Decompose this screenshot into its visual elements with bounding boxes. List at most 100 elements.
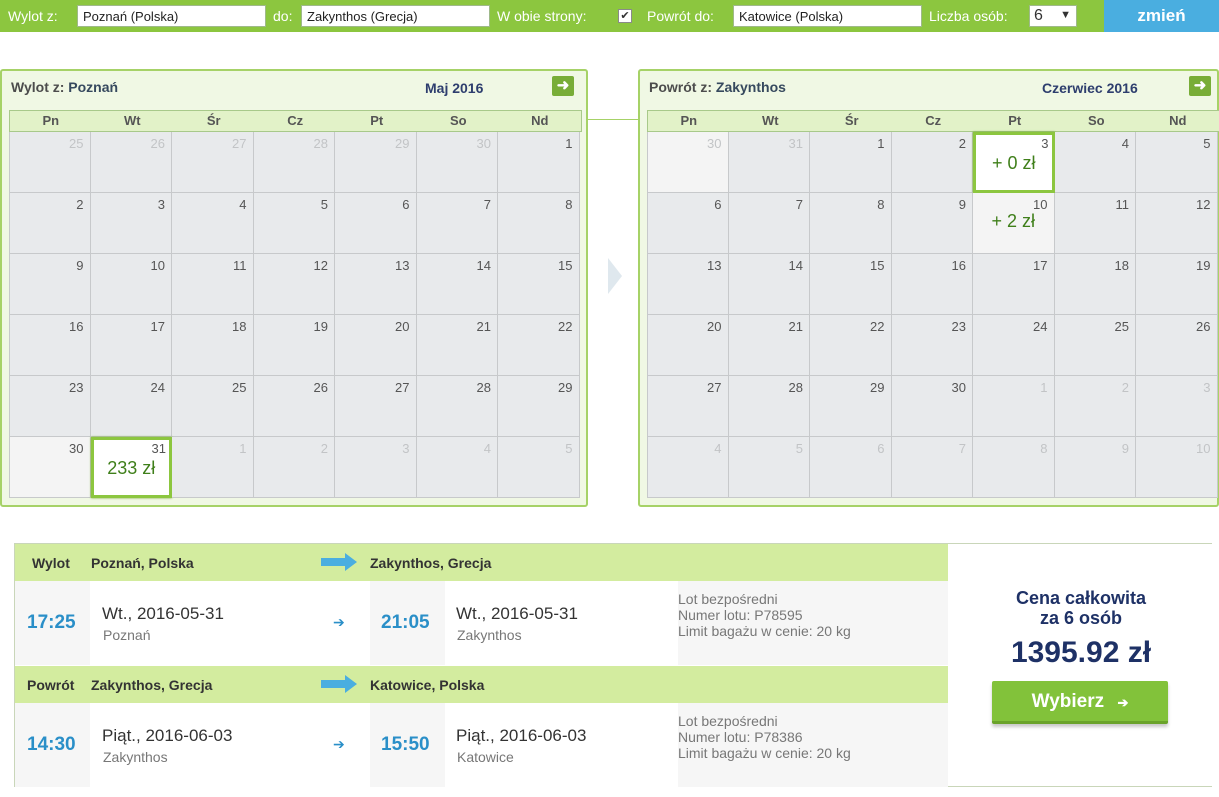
day-number: 25 [232, 380, 247, 395]
persons-select[interactable]: 6 ▼ [1029, 5, 1077, 27]
calendar-week: 2 3 4 5 6 7 8 [9, 193, 582, 254]
day-number: 8 [565, 197, 573, 212]
calendar-week: 20 21 22 23 24 25 26 [647, 315, 1219, 376]
calendar-day: 26 [1136, 315, 1218, 376]
day-number: 1 [565, 136, 573, 151]
calendar-header: Wylot z: Poznań [11, 79, 118, 95]
weekday-header: Pn Wt Śr Cz Pt So Nd [9, 110, 582, 132]
return-label: Powrót do: [647, 8, 714, 24]
calendar-day: 9 [1054, 437, 1136, 498]
departure-date: Wt., 2016-05-31 [102, 604, 224, 623]
next-month-arrow-icon[interactable]: ➜ [552, 76, 574, 96]
weekday-label: Pn [42, 113, 60, 128]
baggage-limit: Limit bagażu w cenie: 20 kg [678, 623, 851, 639]
to-field[interactable]: Zakynthos (Grecja) [301, 5, 490, 27]
chevron-down-icon: ▼ [1060, 9, 1071, 21]
calendar-day: 27 [647, 376, 729, 437]
day-number: 30 [707, 136, 722, 151]
calendar-day: 2 [891, 132, 973, 193]
calendar-day: 7 [416, 193, 498, 254]
calendar-day: 25 [9, 132, 91, 193]
outbound-leg-details: 17:25 Wt., 2016-05-31 Poznań ➔ 21:05 Wt.… [15, 581, 948, 665]
big-arrow-right-icon [321, 675, 357, 693]
calendar-week: 16 17 18 19 20 21 22 [9, 315, 582, 376]
next-month-arrow-icon[interactable]: ➜ [1189, 76, 1211, 96]
day-number: 5 [795, 441, 803, 456]
calendar-day: 1 [810, 132, 892, 193]
persons-label: Liczba osób: [929, 8, 1008, 24]
leg-from: Zakynthos, Grecja [91, 677, 213, 693]
day-number: 5 [320, 197, 328, 212]
day-number: 21 [476, 319, 491, 334]
calendar-day: 9 [891, 193, 973, 254]
weekday-label: Nd [531, 113, 549, 128]
day-price: + 2 zł [991, 211, 1036, 231]
calendar-day: 2 [253, 437, 335, 498]
day-number: 19 [1196, 258, 1211, 273]
day-number: 14 [476, 258, 491, 273]
flight-info: Lot bezpośredni Numer lotu: P78386 Limit… [678, 713, 851, 761]
day-number: 2 [76, 197, 84, 212]
choose-button[interactable]: Wybierz ➔ [992, 681, 1168, 724]
leg-label: Wylot [32, 555, 70, 571]
day-number: 13 [707, 258, 722, 273]
calendar-day: 1 [172, 437, 254, 498]
calendar-day: 6 [335, 193, 417, 254]
calendar-day: 30 [9, 437, 91, 498]
day-number: 3 [157, 197, 165, 212]
day-number: 22 [558, 319, 573, 334]
calendar-day: 15 [810, 254, 892, 315]
weekday-label: Śr [844, 113, 859, 128]
calendar-header-city: Zakynthos [715, 79, 786, 95]
day-number: 7 [795, 197, 803, 212]
day-number: 5 [1203, 136, 1211, 151]
calendar-day: 8 [810, 193, 892, 254]
calendar-day: 14 [728, 254, 810, 315]
weekday-label: Cz [925, 113, 942, 128]
day-number: 6 [877, 441, 885, 456]
day-number: 5 [565, 441, 573, 456]
calendar-day: 16 [891, 254, 973, 315]
calendar-day: 4 [416, 437, 498, 498]
day-number: 9 [958, 197, 966, 212]
day-number: 10 [1033, 197, 1048, 212]
flight-type: Lot bezpośredni [678, 713, 778, 729]
return-field[interactable]: Katowice (Polska) [733, 5, 922, 27]
departure-date: Piąt., 2016-06-03 [102, 726, 233, 745]
arrival-city: Zakynthos [457, 627, 522, 643]
day-number: 8 [1040, 441, 1048, 456]
small-arrow-right-icon: ➔ [333, 614, 345, 630]
leg-to: Zakynthos, Grecja [370, 555, 492, 571]
from-field[interactable]: Poznań (Polska) [77, 5, 266, 27]
day-price: + 0 zł [991, 153, 1036, 173]
calendar-day-selected[interactable]: 31 233 zł [90, 437, 172, 498]
calendar-day-selected[interactable]: 3 + 0 zł [973, 132, 1055, 193]
calendar-day: 17 [973, 254, 1055, 315]
weekday-label: Nd [1169, 113, 1187, 128]
day-number: 13 [395, 258, 410, 273]
weekday-label: Pt [1008, 113, 1022, 128]
calendar-day: 23 [891, 315, 973, 376]
day-number: 8 [877, 197, 885, 212]
calendar-day-offer[interactable]: 10 + 2 zł [973, 193, 1055, 254]
calendar-day: 21 [728, 315, 810, 376]
roundtrip-label: W obie strony: [497, 8, 587, 24]
day-number: 27 [395, 380, 410, 395]
small-arrow-right-icon: ➔ [333, 736, 345, 752]
day-number: 20 [707, 319, 722, 334]
roundtrip-checkbox[interactable]: ✔ [618, 9, 632, 23]
calendar-month: Maj 2016 [425, 80, 484, 96]
calendar-grid: Pn Wt Śr Cz Pt So Nd 25 26 27 28 29 30 1 2 3 4 5 6 7 8 9 10 11 1… [9, 110, 582, 498]
day-number: 26 [313, 380, 328, 395]
calendar-day: 26 [90, 132, 172, 193]
day-number: 31 [788, 136, 803, 151]
calendar-grid: Pn Wt Śr Cz Pt So Nd 30 31 1 2 3 + 0 zł 4 5 6 7 8 9 10 + 2 z… [647, 110, 1219, 498]
calendar-day: 19 [253, 315, 335, 376]
calendar-day: 13 [335, 254, 417, 315]
calendar-day: 20 [647, 315, 729, 376]
calendar-day: 1 [498, 132, 580, 193]
calendar-week: 27 28 29 30 1 2 3 [647, 376, 1219, 437]
change-search-button[interactable]: zmień [1104, 0, 1219, 32]
calendar-day: 22 [810, 315, 892, 376]
calendar-day: 20 [335, 315, 417, 376]
